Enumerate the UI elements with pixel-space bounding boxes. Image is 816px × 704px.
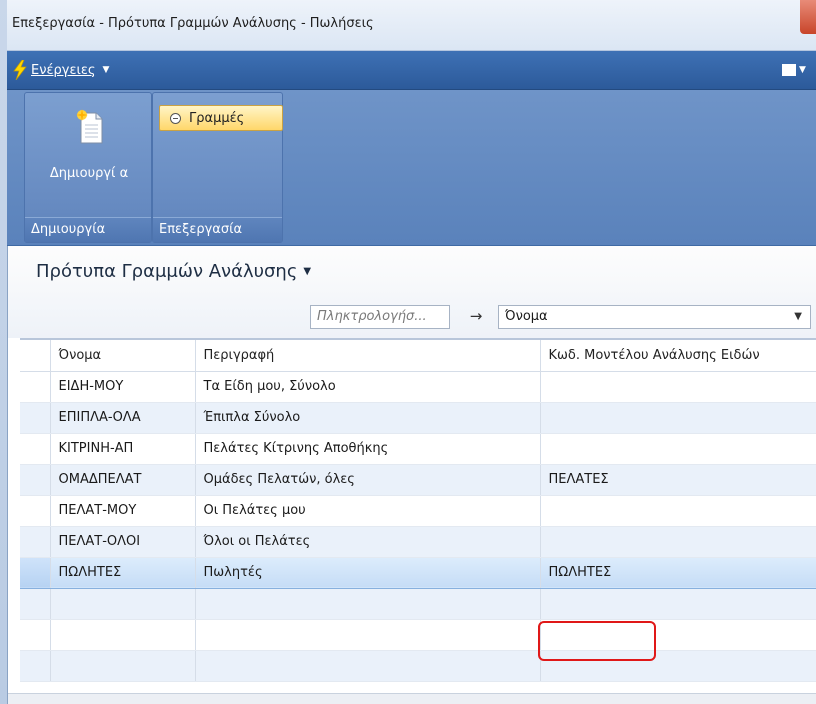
close-icon[interactable] <box>800 0 816 34</box>
cell-code[interactable] <box>540 526 816 558</box>
row-selector[interactable] <box>20 464 51 496</box>
cell-name[interactable] <box>50 588 196 620</box>
row-selector[interactable] <box>20 588 51 620</box>
new-button[interactable]: Δημιουργί α <box>31 107 147 197</box>
actions-menu[interactable]: Ενέργειες ▼ <box>13 59 109 81</box>
table-row[interactable]: ΕΠΙΠΛΑ-ΟΛΑ Έπιπλα Σύνολο <box>20 402 816 434</box>
data-grid: Όνομα Περιγραφή Κωδ. Μοντέλου Ανάλυσης Ε… <box>20 340 816 682</box>
ribbon-group-label-edit: Επεξεργασία <box>153 217 282 242</box>
ribbon: Δημιουργί α Δημιουργία Γραμμές Επεξεργασ… <box>7 90 816 246</box>
cell-description[interactable]: Τα Είδη μου, Σύνολο <box>195 371 541 403</box>
cell-code[interactable]: ΠΕΛΑΤΕΣ <box>540 464 816 496</box>
chevron-down-icon: ▼ <box>794 311 802 322</box>
cell-code[interactable]: ΠΩΛΗΤΕΣ <box>540 556 816 589</box>
layout-options-icon[interactable]: ▼ <box>782 61 808 79</box>
new-button-label: Δημιουργί α <box>49 166 129 181</box>
table-row[interactable]: ΠΕΛΑΤ-ΟΛΟΙ Όλοι οι Πελάτες <box>20 526 816 558</box>
page-title-text: Πρότυπα Γραμμών Ανάλυσης <box>36 261 298 282</box>
cell-description[interactable] <box>195 619 541 651</box>
cell-description[interactable] <box>195 650 541 682</box>
table-header-row: Όνομα Περιγραφή Κωδ. Μοντέλου Ανάλυσης Ε… <box>20 340 816 372</box>
action-bar: Ενέργειες ▼ ▼ <box>7 51 816 90</box>
row-selector[interactable] <box>20 433 51 465</box>
filter-field-value: Όνομα <box>505 309 548 324</box>
cell-code[interactable] <box>540 402 816 434</box>
cell-description[interactable]: Πελάτες Κίτρινης Αποθήκης <box>195 433 541 465</box>
row-selector[interactable] <box>20 402 51 434</box>
cell-code[interactable] <box>540 588 816 620</box>
status-bar <box>8 693 816 704</box>
cell-name[interactable]: ΚΙΤΡΙΝΗ-ΑΠ <box>50 433 196 465</box>
table-row-selected[interactable]: ΠΩΛΗΤΕΣ Πωλητές ΠΩΛΗΤΕΣ <box>20 556 816 589</box>
row-selector[interactable] <box>20 495 51 527</box>
window-title: Επεξεργασία - Πρότυπα Γραμμών Ανάλυσης -… <box>12 16 374 31</box>
cell-name[interactable]: ΟΜΑΔΠΕΛΑΤ <box>50 464 196 496</box>
table-row-empty[interactable] <box>20 588 816 620</box>
cell-description[interactable]: Πωλητές <box>195 556 541 589</box>
row-selector-header <box>20 340 51 372</box>
lines-button[interactable]: Γραμμές <box>159 105 283 131</box>
ribbon-group-edit: Γραμμές Επεξεργασία <box>152 92 283 243</box>
main-window: Επεξεργασία - Πρότυπα Γραμμών Ανάλυσης -… <box>0 0 816 704</box>
cell-description[interactable]: Ομάδες Πελατών, όλες <box>195 464 541 496</box>
arrow-right-icon[interactable]: → <box>456 305 496 329</box>
cell-code[interactable] <box>540 495 816 527</box>
column-header-description[interactable]: Περιγραφή <box>195 340 541 372</box>
cell-name[interactable]: ΠΕΛΑΤ-ΟΛΟΙ <box>50 526 196 558</box>
cell-name[interactable] <box>50 619 196 651</box>
cell-code[interactable] <box>540 433 816 465</box>
chevron-down-icon: ▼ <box>799 65 806 75</box>
page-title[interactable]: Πρότυπα Γραμμών Ανάλυσης ▼ <box>36 261 311 282</box>
cell-name[interactable]: ΕΠΙΠΛΑ-ΟΛΑ <box>50 402 196 434</box>
cell-description[interactable] <box>195 588 541 620</box>
table-row-empty[interactable] <box>20 619 816 651</box>
lines-radio-icon <box>170 112 181 124</box>
highlight-annotation-box <box>538 621 656 661</box>
panel-icon <box>782 64 796 76</box>
column-header-code[interactable]: Κωδ. Μοντέλου Ανάλυσης Ειδών <box>540 340 816 372</box>
search-input[interactable]: Πληκτρολογήσ... <box>310 305 450 329</box>
cell-code[interactable] <box>540 371 816 403</box>
cell-description[interactable]: Όλοι οι Πελάτες <box>195 526 541 558</box>
table-row-empty[interactable] <box>20 650 816 682</box>
row-selector[interactable] <box>20 371 51 403</box>
table-row[interactable]: ΕΙΔΗ-ΜΟΥ Τα Είδη μου, Σύνολο <box>20 371 816 403</box>
ribbon-group-create: Δημιουργί α Δημιουργία <box>24 92 152 243</box>
row-selector[interactable] <box>20 650 51 682</box>
title-bar: Επεξεργασία - Πρότυπα Γραμμών Ανάλυσης -… <box>7 0 816 51</box>
cell-name[interactable]: ΠΕΛΑΤ-ΜΟΥ <box>50 495 196 527</box>
lines-button-label: Γραμμές <box>189 110 245 126</box>
chevron-down-icon: ▼ <box>102 65 110 75</box>
cell-name[interactable] <box>50 650 196 682</box>
list-header: Πρότυπα Γραμμών Ανάλυσης ▼ Πληκτρολογήσ..… <box>8 246 816 338</box>
table-row[interactable]: ΟΜΑΔΠΕΛΑΤ Ομάδες Πελατών, όλες ΠΕΛΑΤΕΣ <box>20 464 816 496</box>
row-selector[interactable] <box>20 556 51 589</box>
chevron-down-icon: ▼ <box>303 266 312 277</box>
lightning-icon <box>13 60 27 80</box>
cell-name[interactable]: ΕΙΔΗ-ΜΟΥ <box>50 371 196 403</box>
filter-field-select[interactable]: Όνομα ▼ <box>498 305 811 329</box>
table-row[interactable]: ΚΙΤΡΙΝΗ-ΑΠ Πελάτες Κίτρινης Αποθήκης <box>20 433 816 465</box>
row-selector[interactable] <box>20 526 51 558</box>
filter-bar: Πληκτρολογήσ... → Όνομα ▼ <box>8 298 816 334</box>
new-document-icon <box>75 109 105 145</box>
cell-name[interactable]: ΠΩΛΗΤΕΣ <box>50 556 196 589</box>
content-area: Πρότυπα Γραμμών Ανάλυσης ▼ Πληκτρολογήσ..… <box>8 246 816 704</box>
ribbon-group-label-create: Δημιουργία <box>25 217 151 242</box>
table-row[interactable]: ΠΕΛΑΤ-ΜΟΥ Οι Πελάτες μου <box>20 495 816 527</box>
column-header-name[interactable]: Όνομα <box>50 340 196 372</box>
row-selector[interactable] <box>20 619 51 651</box>
actions-menu-label[interactable]: Ενέργειες <box>31 63 96 78</box>
cell-description[interactable]: Οι Πελάτες μου <box>195 495 541 527</box>
cell-description[interactable]: Έπιπλα Σύνολο <box>195 402 541 434</box>
